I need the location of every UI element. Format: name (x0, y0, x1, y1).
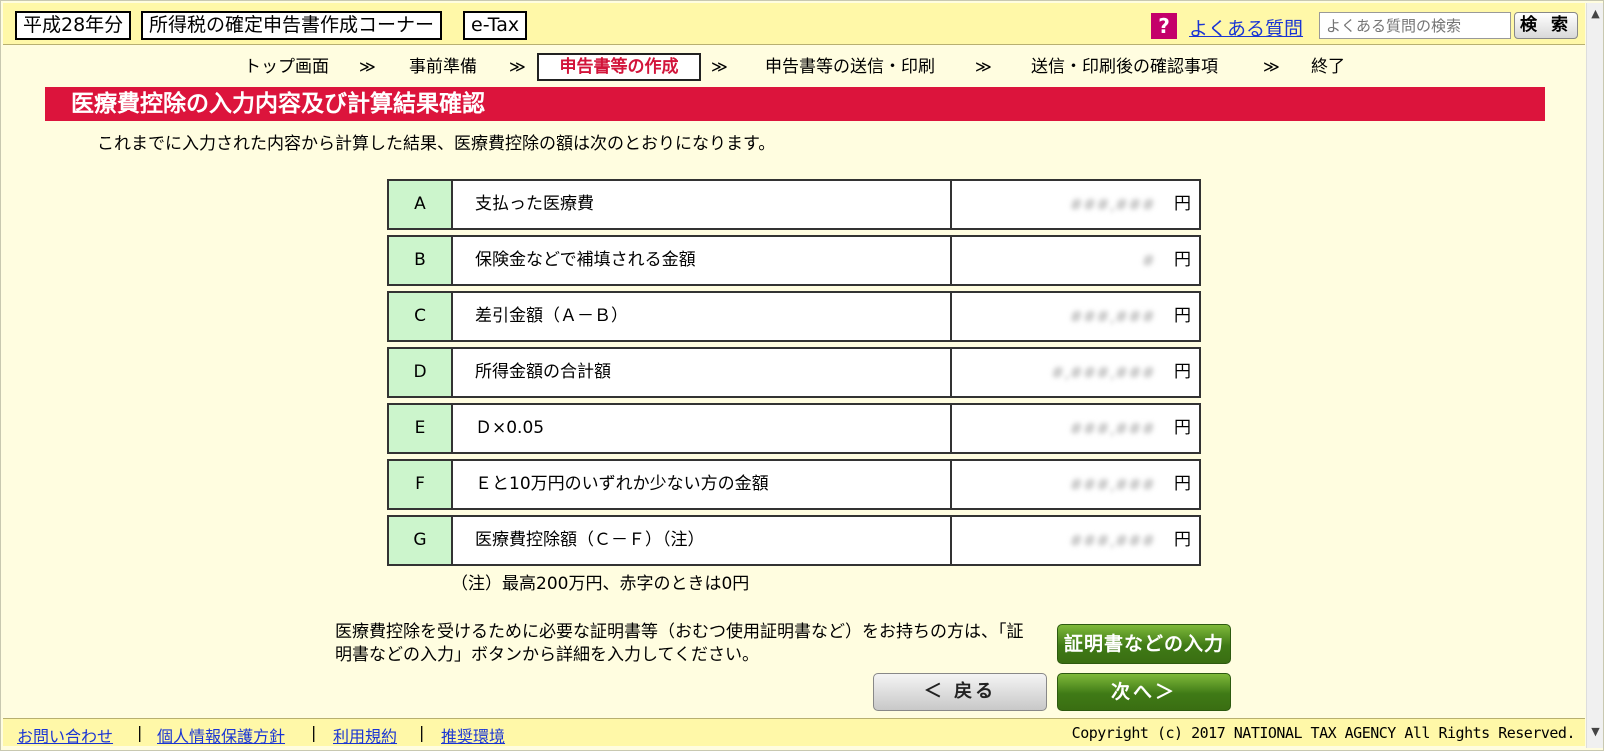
step-confirmation: 送信・印刷後の確認事項 (1031, 57, 1218, 77)
row-label: 保険金などで補填される金額 (475, 250, 696, 270)
row-value-cell: # 円 (950, 237, 1199, 284)
step-send-print: 申告書等の送信・印刷 (765, 57, 935, 77)
certificate-input-button[interactable]: 証明書などの入力 (1057, 624, 1231, 664)
faq-search-input[interactable] (1319, 12, 1511, 39)
row-amount: ###,### (1069, 195, 1155, 214)
row-label: 差引金額（Ａ－Ｂ） (475, 306, 628, 326)
corner-title: 所得税の確定申告書作成コーナー (141, 11, 443, 40)
step-preparation: 事前準備 (409, 57, 477, 77)
row-value-cell: ###,### 円 (950, 405, 1199, 452)
footer-separator: | (137, 723, 143, 742)
row-amount: ###,### (1069, 419, 1155, 438)
footer-separator: | (419, 723, 425, 742)
year-label: 平成28年分 (15, 11, 132, 40)
step-separator: ≫ (1263, 57, 1280, 76)
table-row: A 支払った医療費 ###,### 円 (387, 179, 1201, 230)
note-text: （注）最高200万円、赤字のときは0円 (451, 574, 750, 594)
row-code: D (389, 349, 453, 396)
step-separator: ≫ (711, 57, 728, 76)
yen-unit: 円 (1174, 194, 1191, 214)
help-question-icon[interactable]: ? (1151, 13, 1177, 39)
step-create-current: 申告書等の作成 (537, 53, 701, 81)
etax-label: e-Tax (463, 11, 528, 40)
progress-steps: トップ画面 ≫ 事前準備 ≫ 申告書等の作成 ≫ 申告書等の送信・印刷 ≫ 送信… (1, 53, 1586, 83)
row-code: A (389, 181, 453, 228)
step-separator: ≫ (509, 57, 526, 76)
step-top: トップ画面 (244, 57, 329, 77)
intro-text: これまでに入力された内容から計算した結果、医療費控除の額は次のとおりになります。 (97, 134, 776, 154)
footer-link-contact[interactable]: お問い合わせ (17, 723, 113, 747)
row-value-cell: ###,### 円 (950, 517, 1199, 564)
table-row: F Ｅと10万円のいずれか少ない方の金額 ###,### 円 (387, 459, 1201, 510)
page-frame: 平成28年分 所得税の確定申告書作成コーナー e-Tax ? よくある質問 検 … (0, 0, 1604, 751)
row-amount: #,###,### (1050, 363, 1155, 382)
vertical-scrollbar[interactable]: ▲ ▼ (1586, 3, 1603, 748)
row-value-cell: ###,### 円 (950, 181, 1199, 228)
row-code: G (389, 517, 453, 564)
row-value-cell: #,###,### 円 (950, 349, 1199, 396)
row-code: E (389, 405, 453, 452)
row-amount: ###,### (1069, 307, 1155, 326)
scroll-up-arrow-icon[interactable]: ▲ (1589, 7, 1602, 21)
yen-unit: 円 (1174, 250, 1191, 270)
table-row: D 所得金額の合計額 #,###,### 円 (387, 347, 1201, 398)
step-separator: ≫ (975, 57, 992, 76)
row-amount: # (1141, 251, 1155, 270)
copyright-text: Copyright (c) 2017 NATIONAL TAX AGENCY A… (1071, 724, 1576, 742)
footer-bar: お問い合わせ | 個人情報保護方針 | 利用規約 | 推奨環境 Copyrigh… (3, 718, 1585, 746)
page-title: 医療費控除の入力内容及び計算結果確認 (45, 87, 1545, 121)
yen-unit: 円 (1174, 530, 1191, 550)
row-amount: ###,### (1069, 475, 1155, 494)
back-button[interactable]: ＜ 戻る (873, 673, 1047, 711)
scroll-down-arrow-icon[interactable]: ▼ (1589, 725, 1602, 739)
row-value-cell: ###,### 円 (950, 293, 1199, 340)
footer-separator: | (311, 723, 317, 742)
faq-link[interactable]: よくある質問 (1189, 14, 1303, 41)
table-row: B 保険金などで補填される金額 # 円 (387, 235, 1201, 286)
certificate-instructions: 医療費控除を受けるために必要な証明書等（おむつ使用証明書など）をお持ちの方は、「… (335, 622, 1024, 665)
row-amount: ###,### (1069, 531, 1155, 550)
row-label: Ｄ×0.05 (475, 418, 545, 438)
row-label: 所得金額の合計額 (475, 362, 611, 382)
table-row: E Ｄ×0.05 ###,### 円 (387, 403, 1201, 454)
row-code: C (389, 293, 453, 340)
step-separator: ≫ (359, 57, 376, 76)
search-button[interactable]: 検 索 (1514, 12, 1578, 39)
row-code: B (389, 237, 453, 284)
row-value-cell: ###,### 円 (950, 461, 1199, 508)
row-label: 医療費控除額（Ｃ－Ｆ）（注） (475, 530, 705, 550)
table-row: C 差引金額（Ａ－Ｂ） ###,### 円 (387, 291, 1201, 342)
yen-unit: 円 (1174, 306, 1191, 326)
row-label: Ｅと10万円のいずれか少ない方の金額 (475, 474, 769, 494)
header-bar: 平成28年分 所得税の確定申告書作成コーナー e-Tax ? よくある質問 検 … (3, 3, 1585, 45)
yen-unit: 円 (1174, 362, 1191, 382)
row-code: F (389, 461, 453, 508)
yen-unit: 円 (1174, 474, 1191, 494)
next-button[interactable]: 次へ＞ (1057, 673, 1231, 711)
yen-unit: 円 (1174, 418, 1191, 438)
step-end: 終了 (1311, 57, 1345, 77)
footer-link-privacy[interactable]: 個人情報保護方針 (157, 723, 285, 747)
row-label: 支払った医療費 (475, 194, 594, 214)
footer-link-terms[interactable]: 利用規約 (333, 723, 397, 747)
footer-link-environment[interactable]: 推奨環境 (441, 723, 505, 747)
table-row: G 医療費控除額（Ｃ－Ｆ）（注） ###,### 円 (387, 515, 1201, 566)
